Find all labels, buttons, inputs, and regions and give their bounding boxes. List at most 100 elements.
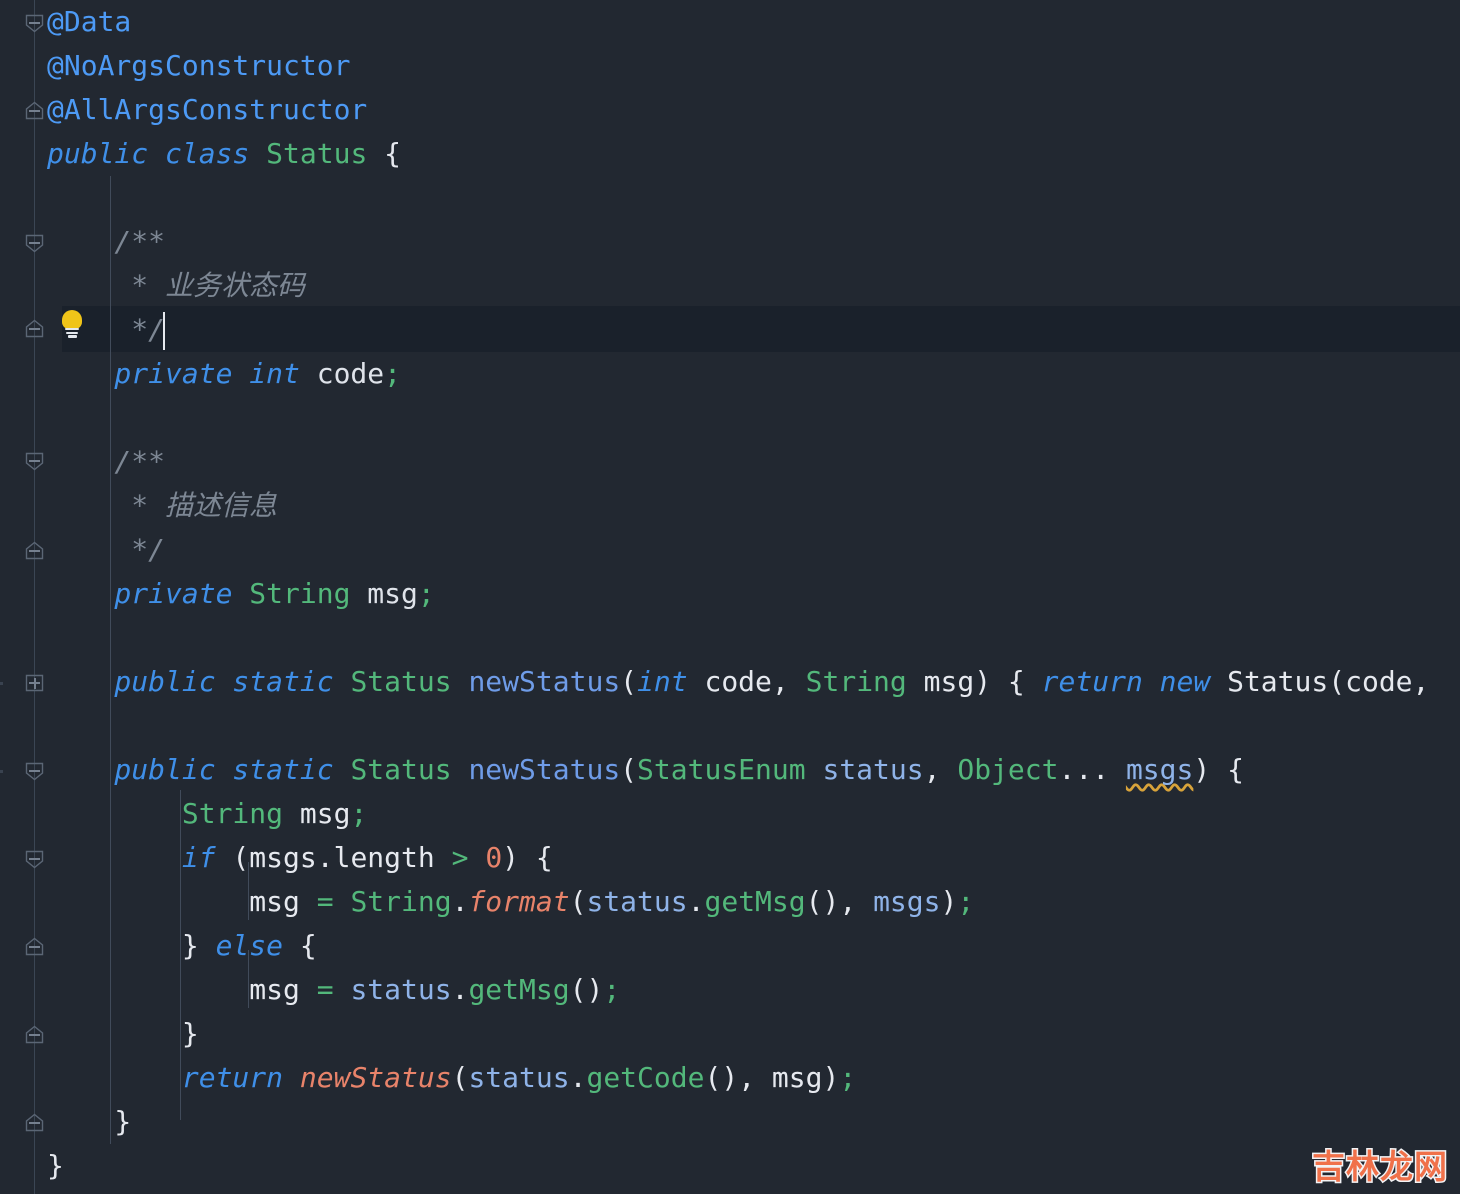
code-line[interactable]: * 描述信息 [47, 484, 277, 528]
code-token: code [687, 665, 772, 698]
code-token: ( [620, 665, 638, 698]
code-line[interactable]: @AllArgsConstructor [47, 88, 367, 132]
code-token: StatusEnum [637, 753, 806, 786]
code-token: } [47, 1017, 199, 1050]
fold-collapse-icon[interactable] [22, 936, 47, 958]
lightbulb-icon[interactable] [58, 308, 86, 338]
text-caret [163, 312, 165, 350]
code-token: msgs [873, 885, 941, 918]
code-line[interactable]: } else { [47, 924, 317, 968]
fold-collapse-icon[interactable] [22, 12, 47, 34]
code-line[interactable]: } [47, 1144, 64, 1188]
code-editor[interactable]: @Data @NoArgsConstructor @AllArgsConstruct… [0, 0, 1460, 1194]
code-token: ) { [1193, 753, 1244, 786]
code-line[interactable]: if (msgs.length > 0) { [47, 836, 553, 880]
code-line[interactable]: msg = status.getMsg(); [47, 968, 620, 1012]
fold-dash-glyph [29, 858, 40, 860]
code-token: () [569, 973, 604, 1006]
code-token: String [181, 797, 284, 830]
code-line[interactable]: * 业务状态码 [47, 264, 305, 308]
code-token: status [350, 973, 452, 1006]
code-token: } [47, 1149, 64, 1182]
code-line[interactable]: msg = String.format(status.getMsg(), msg… [47, 880, 974, 924]
code-line[interactable]: private String msg; [47, 572, 434, 616]
site-watermark: 吉林龙网 [1311, 1146, 1449, 1188]
code-token: ; [957, 885, 975, 918]
code-line[interactable]: private int code; [47, 352, 401, 396]
code-token: = [316, 973, 334, 1006]
code-token: * 业务状态码 [47, 269, 306, 302]
fold-collapse-icon[interactable] [22, 450, 47, 472]
fold-collapse-icon[interactable] [22, 540, 47, 562]
code-token: msgs [1125, 753, 1194, 786]
code-token: getCode [586, 1061, 705, 1094]
code-token: ( [569, 885, 587, 918]
code-text-area[interactable]: @Data @NoArgsConstructor @AllArgsConstruct… [0, 0, 1460, 1194]
code-token: } [47, 1105, 132, 1138]
fold-collapse-icon[interactable] [22, 1024, 47, 1046]
code-token: ; [839, 1061, 857, 1094]
code-token: public class [47, 137, 267, 170]
code-token: String [350, 885, 452, 918]
code-token: Status [266, 137, 368, 170]
fold-dash-glyph [29, 550, 40, 552]
code-line[interactable]: } [47, 1100, 131, 1144]
fold-dash-glyph [29, 328, 40, 330]
fold-dash-glyph [29, 242, 40, 244]
code-token: @Data [47, 5, 132, 38]
fold-expand-icon[interactable] [22, 672, 47, 694]
fold-collapse-icon[interactable] [22, 848, 47, 870]
code-token: public static [47, 665, 351, 698]
code-line[interactable]: String msg; [47, 792, 367, 836]
code-token: private [47, 577, 250, 610]
code-token: Status [1227, 665, 1329, 698]
code-token: newStatus [299, 1061, 452, 1094]
code-line[interactable]: return newStatus(status.getCode(), msg); [47, 1056, 856, 1100]
code-token: msg [350, 577, 418, 610]
fold-collapse-icon[interactable] [22, 232, 47, 254]
code-line[interactable]: /** [47, 440, 165, 484]
code-token: int [637, 665, 688, 698]
fold-dash-glyph [29, 460, 40, 462]
fold-collapse-icon[interactable] [22, 1112, 47, 1134]
code-token: (code, [1328, 665, 1430, 698]
code-token: return new [1041, 665, 1228, 698]
lightbulb-base-3 [67, 335, 77, 338]
code-token: */ [47, 533, 166, 566]
code-line[interactable]: /** [47, 220, 165, 264]
code-token: Status [350, 665, 452, 698]
code-token: . [569, 1061, 587, 1094]
code-token: format [468, 885, 570, 918]
code-line[interactable]: public class Status { [47, 132, 401, 176]
fold-collapse-icon[interactable] [22, 318, 47, 340]
code-line[interactable]: @NoArgsConstructor [47, 44, 350, 88]
code-token: { [367, 137, 402, 170]
code-token: /** [47, 445, 166, 478]
code-line[interactable]: public static Status newStatus(int code,… [47, 660, 1429, 704]
code-line[interactable]: @Data [47, 0, 131, 44]
code-token: return [181, 1061, 284, 1094]
fold-collapse-icon[interactable] [22, 100, 47, 122]
fold-collapse-icon[interactable] [22, 760, 47, 782]
code-token: @AllArgsConstructor [47, 93, 368, 126]
code-token: , [923, 753, 958, 786]
code-line[interactable]: } [47, 1012, 199, 1056]
fold-dash-glyph [29, 110, 40, 112]
code-token: , [771, 665, 806, 698]
code-line[interactable]: public static Status newStatus(StatusEnu… [47, 748, 1244, 792]
code-token: ( [451, 1061, 469, 1094]
fold-spine-line [34, 0, 35, 1194]
code-line[interactable]: */ [47, 528, 165, 572]
lightbulb-base-2 [66, 331, 78, 335]
code-token: /** [47, 225, 166, 258]
code-token: getMsg [704, 885, 806, 918]
code-token: * 描述信息 [47, 489, 278, 522]
code-token: } [47, 929, 216, 962]
code-token: msg [283, 797, 351, 830]
